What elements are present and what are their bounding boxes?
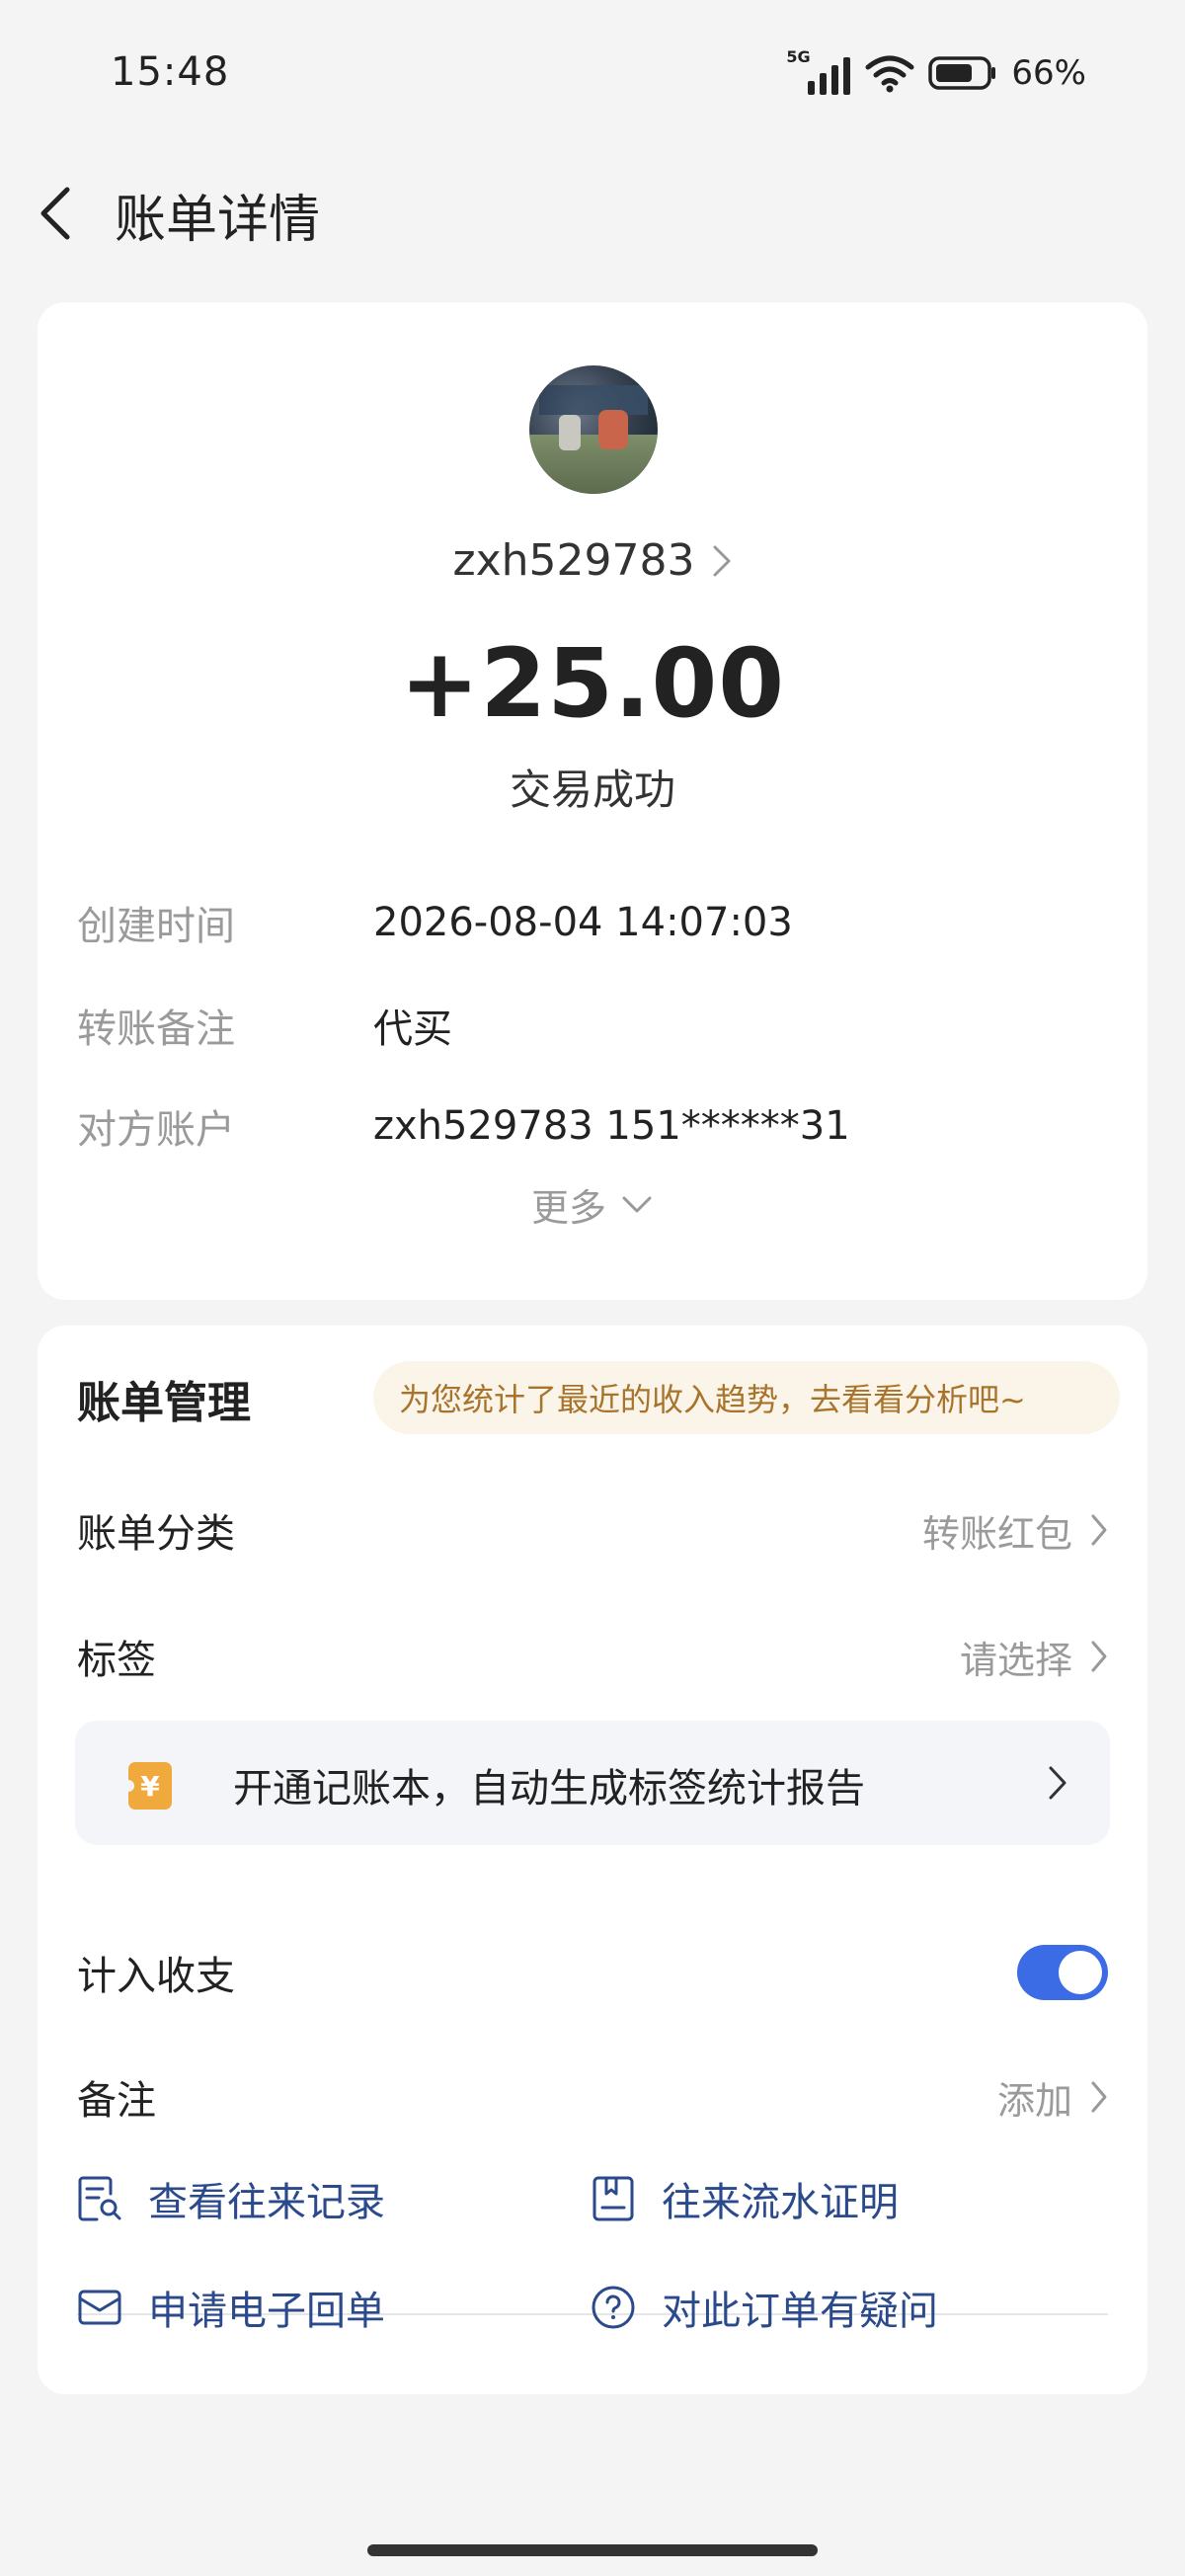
link-label: 查看往来记录 (148, 2180, 385, 2225)
setting-label: 备注 (77, 2078, 156, 2124)
detail-row-counterparty-account: 对方账户 zxh529783 151******31 (77, 1096, 850, 1156)
back-arrow-icon[interactable] (36, 184, 85, 243)
bill-management-card: 账单管理 为您统计了最近的收入趋势，去看看分析吧~ 账单分类 转账红包 标签 请… (38, 1326, 1147, 2394)
link-label: 申请电子回单 (148, 2289, 385, 2334)
ledger-yen-icon: ¥ (126, 1762, 172, 1810)
e-receipt-link[interactable]: 申请电子回单 (77, 2278, 385, 2337)
setting-label: 标签 (77, 1638, 156, 1683)
mail-icon (78, 2290, 121, 2325)
transaction-amount: +25.00 (399, 628, 786, 739)
wifi-icon (865, 55, 914, 93)
note-row[interactable]: 备注 添加 (77, 2062, 1108, 2132)
counterparty-link[interactable]: zxh529783 (38, 535, 1147, 586)
status-indicators: 5G 66% (786, 47, 1086, 95)
detail-value: 2026-08-04 14:07:03 (373, 900, 793, 945)
order-question-link[interactable]: 对此订单有疑问 (591, 2278, 938, 2337)
detail-value: zxh529783 151******31 (373, 1103, 850, 1149)
toggle-knob (1059, 1951, 1102, 1994)
more-button[interactable]: 更多 (38, 1177, 1147, 1232)
setting-value: 请选择 (959, 1638, 1072, 1682)
transaction-status: 交易成功 (509, 765, 675, 814)
cellular-signal-icon: 5G (786, 47, 851, 95)
setting-value: 添加 (996, 2078, 1072, 2123)
detail-value: 代买 (373, 1006, 452, 1052)
nav-bar: 账单详情 (0, 168, 1185, 257)
chevron-right-icon (1091, 1514, 1107, 1546)
transaction-card: zxh529783 +25.00 交易成功 创建时间 2026-08-04 14… (38, 302, 1147, 1300)
detail-label: 创建时间 (77, 904, 235, 949)
setting-label: 计入收支 (77, 1954, 235, 1999)
document-icon (592, 2176, 634, 2221)
svg-text:¥: ¥ (140, 1770, 160, 1803)
battery-icon (928, 56, 996, 90)
view-history-link[interactable]: 查看往来记录 (77, 2169, 385, 2228)
record-search-icon (78, 2176, 121, 2221)
chevron-right-icon (1091, 2081, 1107, 2113)
ledger-banner[interactable]: ¥ 开通记账本，自动生成标签统计报告 (75, 1721, 1110, 1845)
network-type: 5G (786, 47, 811, 66)
setting-value: 转账红包 (921, 1511, 1072, 1556)
bill-category-row[interactable]: 账单分类 转账红包 (77, 1495, 1108, 1565)
ledger-banner-text: 开通记账本，自动生成标签统计报告 (233, 1766, 865, 1811)
tag-row[interactable]: 标签 请选择 (77, 1622, 1108, 1691)
page-title: 账单详情 (115, 191, 321, 250)
income-trend-promo[interactable]: 为您统计了最近的收入趋势，去看看分析吧~ (373, 1361, 1120, 1434)
home-indicator[interactable] (367, 2544, 818, 2556)
more-label: 更多 (530, 1186, 606, 1230)
question-circle-icon (592, 2286, 635, 2329)
statement-proof-link[interactable]: 往来流水证明 (591, 2169, 899, 2228)
detail-row-transfer-note: 转账备注 代买 (77, 996, 452, 1055)
section-title: 账单管理 (77, 1378, 251, 1428)
status-bar: 15:48 5G 66% (0, 0, 1185, 148)
chevron-right-icon (713, 545, 730, 576)
link-label: 对此订单有疑问 (662, 2289, 938, 2334)
status-time: 15:48 (111, 49, 230, 95)
setting-label: 账单分类 (77, 1511, 235, 1557)
link-label: 往来流水证明 (662, 2180, 899, 2225)
chevron-down-icon (622, 1196, 652, 1212)
detail-label: 对方账户 (77, 1107, 235, 1153)
chevron-right-icon (1091, 1641, 1107, 1672)
counterparty-name: zxh529783 (452, 535, 695, 586)
include-in-stats-row: 计入收支 (77, 1938, 1108, 2007)
chevron-right-icon (1049, 1766, 1066, 1800)
avatar[interactable] (529, 365, 658, 494)
battery-percent: 66% (1011, 53, 1086, 93)
include-in-stats-toggle[interactable] (1017, 1945, 1108, 2000)
detail-row-created-time: 创建时间 2026-08-04 14:07:03 (77, 893, 793, 952)
detail-label: 转账备注 (77, 1006, 235, 1052)
